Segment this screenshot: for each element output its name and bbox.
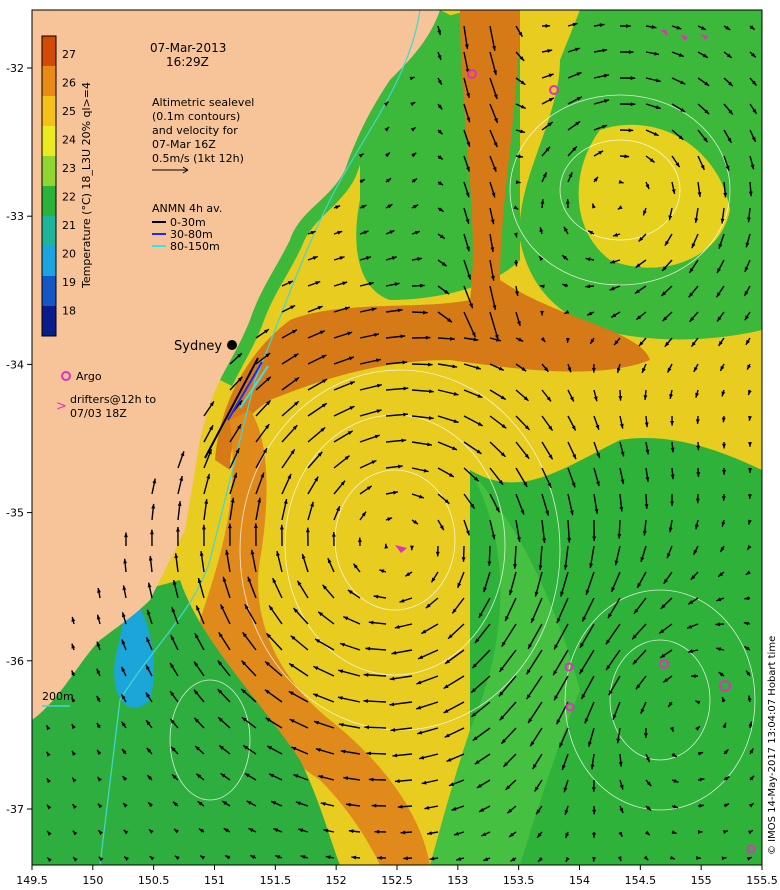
y-tick-label: -34 xyxy=(6,358,24,371)
sst-map: 149.5 150 150.5 151 151.5 152 152.5 153 153.5 154… xyxy=(6,9,778,887)
map-time: 16:29Z xyxy=(166,55,209,69)
anmn-title: ANMN 4h av. xyxy=(152,202,222,215)
x-axis: 149.5 150 150.5 151 151.5 152 152.5 153 153.5 154… xyxy=(16,865,778,887)
sydney-marker xyxy=(227,340,237,350)
y-tick-label: -37 xyxy=(6,803,24,816)
colorbar-tick-label: 21 xyxy=(62,219,76,232)
colorbar-segment xyxy=(42,126,56,157)
map-area xyxy=(32,10,762,865)
alti-line-1: Altimetric sealevel xyxy=(152,96,254,109)
x-tick-label: 153.5 xyxy=(503,874,535,887)
colorbar-tick-label: 20 xyxy=(62,248,76,261)
isobath-legend-label: 200m xyxy=(42,690,74,703)
colorbar-segment xyxy=(42,276,56,307)
drifter-legend-line2: 07/03 18Z xyxy=(70,407,127,420)
colorbar-segment xyxy=(42,186,56,217)
colorbar-segment xyxy=(42,36,56,67)
x-tick-label: 150.5 xyxy=(138,874,170,887)
anmn-label-2: 80-150m xyxy=(170,240,220,253)
x-tick-label: 150 xyxy=(82,874,103,887)
alti-line-2: (0.1m contours) xyxy=(152,110,240,123)
map-date: 07-Mar-2013 xyxy=(150,41,226,55)
colorbar-tick-label: 27 xyxy=(62,48,76,61)
alti-line-4: 07-Mar 16Z xyxy=(152,138,216,151)
x-tick-label: 155.5 xyxy=(746,874,778,887)
colorbar-tick-label: 23 xyxy=(62,162,76,175)
place-sydney: Sydney xyxy=(174,339,222,354)
x-tick-label: 151 xyxy=(204,874,225,887)
drifter-legend-line1: drifters@12h to xyxy=(70,393,156,406)
colorbar-segment xyxy=(42,216,56,247)
x-tick-label: 152 xyxy=(326,874,347,887)
alti-line-3: and velocity for xyxy=(152,124,238,137)
x-tick-label: 149.5 xyxy=(16,874,48,887)
drifter-legend-icon: > xyxy=(56,399,67,414)
y-tick-label: -36 xyxy=(6,655,24,668)
colorbar-tick-label: 25 xyxy=(62,105,76,118)
colorbar-tick-label: 18 xyxy=(62,305,76,318)
y-tick-label: -35 xyxy=(6,507,24,520)
colorbar-tick-label: 24 xyxy=(62,134,76,147)
x-tick-label: 154.5 xyxy=(625,874,657,887)
colorbar-tick-label: 19 xyxy=(62,276,76,289)
colorbar-segment xyxy=(42,246,56,277)
alti-line-5: 0.5m/s (1kt 12h) xyxy=(152,152,244,165)
y-axis: -32 -33 -34 -35 -36 -37 xyxy=(6,62,32,816)
credit-text: © IMOS 14-May-2017 13:04:07 Hobart time xyxy=(767,636,778,855)
colorbar-tick-label: 26 xyxy=(62,77,76,90)
colorbar-segment xyxy=(42,306,56,337)
y-tick-label: -32 xyxy=(6,62,24,75)
colorbar-segment xyxy=(42,66,56,97)
x-tick-label: 154 xyxy=(569,874,590,887)
colorbar-segment xyxy=(42,156,56,187)
colorbar-label: Temperature (°C) 18_L3U 20% ql>=4 xyxy=(80,82,93,289)
argo-legend-label: Argo xyxy=(76,370,102,383)
colorbar-segment xyxy=(42,96,56,127)
y-tick-label: -33 xyxy=(6,210,24,223)
x-tick-label: 151.5 xyxy=(260,874,292,887)
x-tick-label: 155 xyxy=(691,874,712,887)
x-tick-label: 153 xyxy=(447,874,468,887)
colorbar-tick-label: 22 xyxy=(62,191,76,204)
x-tick-label: 152.5 xyxy=(381,874,413,887)
